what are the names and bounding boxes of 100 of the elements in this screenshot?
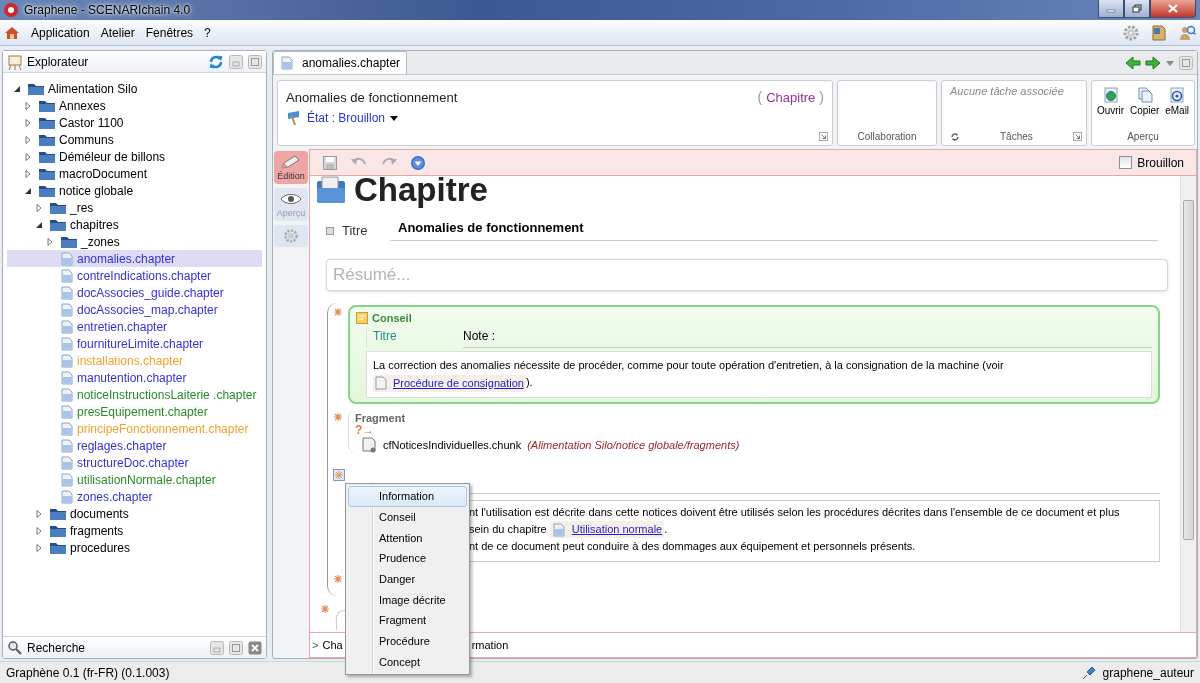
menu-item[interactable]: Danger [348, 568, 467, 590]
menu-item[interactable]: Application [31, 25, 90, 40]
expanded-arrow-icon[interactable] [24, 186, 32, 195]
tree-row[interactable]: reglages.chapter [7, 437, 262, 454]
tree-row[interactable]: Castor 1100 [7, 114, 262, 131]
tree-label: fragments [70, 523, 124, 538]
tree-row[interactable]: presEquipement.chapter [7, 403, 262, 420]
tree-row[interactable]: zones.chapter [7, 488, 262, 505]
menu-item[interactable]: Attention [348, 527, 467, 549]
side-tab[interactable]: Édition [274, 151, 308, 184]
tree-row[interactable]: Communs [7, 131, 262, 148]
expanded-arrow-icon[interactable] [13, 84, 21, 93]
dropdown-icon[interactable] [1165, 58, 1175, 67]
tree-row[interactable]: chapitres [7, 216, 262, 233]
expanded-arrow-icon[interactable] [35, 220, 43, 229]
maximize-icon[interactable] [248, 54, 262, 69]
tree-row[interactable]: contreIndications.chapter [7, 267, 262, 284]
tree-row[interactable]: _zones [7, 233, 262, 250]
home-icon[interactable] [4, 24, 20, 41]
folder-icon [38, 183, 56, 198]
tree-row[interactable]: structureDoc.chapter [7, 454, 262, 471]
restore-button[interactable] [1124, 0, 1150, 18]
tree-label: manutention.chapter [77, 370, 187, 385]
tree-row[interactable]: manutention.chapter [7, 369, 262, 386]
menu-item[interactable]: Fenêtres [145, 25, 194, 40]
breadcrumb-item[interactable]: rmation [471, 639, 509, 651]
collapsed-arrow-icon[interactable] [35, 543, 43, 552]
title-field[interactable]: Note : [463, 329, 1152, 348]
status-link[interactable]: État : Brouillon [307, 111, 386, 125]
tree-row[interactable]: docAssocies_guide.chapter [7, 284, 262, 301]
preview-action-button[interactable]: eMail [1164, 87, 1191, 116]
tree-row[interactable]: entretien.chapter [7, 318, 262, 335]
save-icon[interactable] [322, 154, 338, 171]
collapsed-arrow-icon[interactable] [24, 152, 32, 161]
close-icon[interactable] [248, 640, 262, 655]
preview-action-button[interactable]: Copier [1128, 87, 1161, 116]
forward-icon[interactable] [1145, 55, 1161, 70]
tree-row[interactable]: fragments [7, 522, 262, 539]
user-search-icon[interactable] [1178, 23, 1196, 42]
collapsed-arrow-icon[interactable] [24, 169, 32, 178]
tree-row[interactable]: procedures [7, 539, 262, 556]
menu-item[interactable]: ? [204, 25, 211, 40]
asterisk-icon[interactable] [320, 604, 330, 615]
tree-row[interactable]: utilisationNormale.chapter [7, 471, 262, 488]
maximize-icon[interactable] [1179, 55, 1193, 70]
menu-item[interactable]: Conseil [348, 506, 467, 528]
refresh-icon[interactable] [208, 53, 224, 70]
down-circle-icon[interactable] [410, 154, 426, 171]
title-field[interactable]: Anomalies de fonctionnement [390, 220, 1158, 241]
tree-row[interactable]: fournitureLimite.chapter [7, 335, 262, 352]
insertion-marker-icon[interactable] [333, 468, 345, 481]
refresh-icon[interactable] [950, 131, 960, 142]
asterisk-icon[interactable] [333, 411, 343, 422]
tree-row[interactable]: docAssocies_map.chapter [7, 301, 262, 318]
collapsed-arrow-icon[interactable] [35, 526, 43, 535]
expand-icon[interactable] [1073, 132, 1082, 141]
paragraph-field[interactable]: La correction des anomalies nécessite de procéder, comme pour toute opération d'entretien, à la consignation de la machine (voir Procédure de consignation ). [366, 351, 1152, 398]
asterisk-icon[interactable] [333, 574, 343, 585]
summary-field[interactable]: Résumé... [326, 259, 1168, 291]
menu-item[interactable]: Fragment [348, 610, 467, 631]
breadcrumb-item[interactable]: Cha [322, 639, 343, 651]
collapsed-arrow-icon[interactable] [24, 101, 32, 110]
tree-row[interactable]: _res [7, 199, 262, 216]
preview-action-button[interactable]: Ouvrir [1095, 87, 1126, 116]
expand-icon[interactable] [819, 132, 828, 141]
scrollbar-thumb[interactable] [1183, 200, 1194, 540]
collapsed-arrow-icon[interactable] [46, 237, 54, 246]
close-button[interactable] [1150, 0, 1196, 18]
settings-tab[interactable] [274, 225, 308, 247]
maximize-icon[interactable] [229, 640, 243, 655]
settings-icon[interactable] [1122, 23, 1140, 42]
collapsed-arrow-icon[interactable] [35, 509, 43, 518]
scrollbar[interactable] [1180, 176, 1196, 632]
tree-row[interactable]: anomalies.chapter [7, 250, 262, 267]
collapsed-arrow-icon[interactable] [24, 135, 32, 144]
tree-row[interactable]: notice globale [7, 182, 262, 199]
tree-row[interactable]: Déméleur de billons [7, 148, 262, 165]
tree-row[interactable]: documents [7, 505, 262, 522]
minimize-button[interactable] [1098, 0, 1124, 18]
asterisk-icon[interactable] [333, 307, 343, 317]
menu-item[interactable]: Information [348, 486, 467, 507]
caret-icon[interactable] [390, 115, 399, 121]
tree-row[interactable]: macroDocument [7, 165, 262, 182]
tree-row[interactable]: noticeInstructionsLaiterie .chapter [7, 386, 262, 403]
tree-label: documents [70, 506, 129, 521]
minimize-icon[interactable] [229, 54, 243, 69]
editor-tab[interactable]: anomalies.chapter [273, 51, 408, 74]
tree-label: _res [70, 200, 94, 215]
menu-item[interactable]: Concept [348, 651, 467, 673]
back-icon[interactable] [1125, 55, 1141, 70]
tree-row[interactable]: Alimentation Silo [7, 80, 262, 97]
collapsed-arrow-icon[interactable] [35, 203, 43, 212]
menu-item[interactable]: Image décrite [348, 589, 467, 611]
document-icon[interactable] [1150, 23, 1168, 42]
checkbox[interactable] [1119, 156, 1133, 169]
collapsed-arrow-icon[interactable] [24, 118, 32, 127]
menu-item[interactable]: Atelier [100, 25, 135, 40]
minimize-icon[interactable] [210, 640, 224, 655]
tree-row[interactable]: Annexes [7, 97, 262, 114]
menu-item[interactable]: Procédure [348, 630, 467, 652]
